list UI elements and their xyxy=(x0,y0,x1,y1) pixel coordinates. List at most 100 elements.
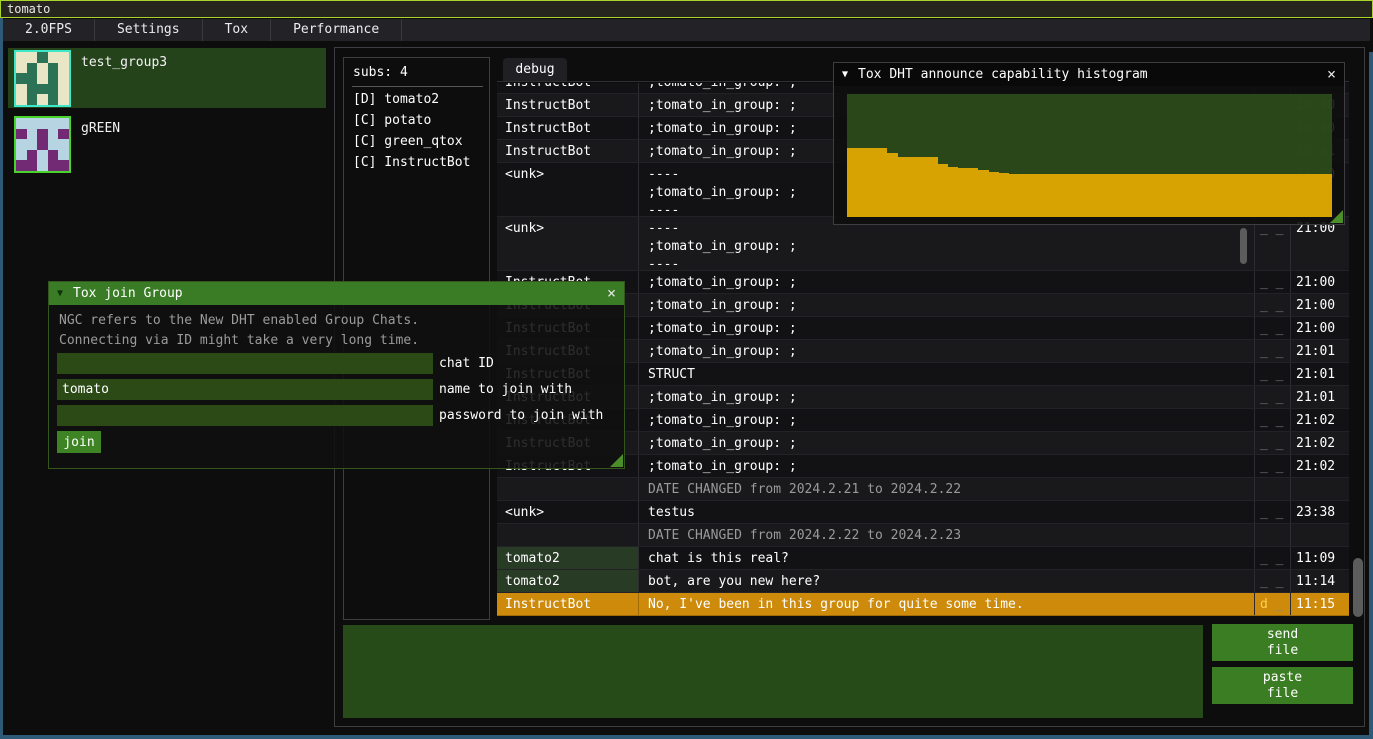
message-pane-scrollbar-thumb[interactable] xyxy=(1240,228,1247,264)
avatar-pixel xyxy=(37,129,48,140)
avatar-pixel xyxy=(48,160,59,171)
send-file-button[interactable]: send file xyxy=(1212,624,1353,661)
dht-histogram-titlebar[interactable]: ▼ Tox DHT announce capability histogram … xyxy=(834,63,1344,86)
dht-histogram-window: ▼ Tox DHT announce capability histogram … xyxy=(833,62,1345,225)
avatar-pixel xyxy=(27,139,38,150)
resize-grip-icon[interactable] xyxy=(610,454,623,467)
delivery-tick: _ xyxy=(1260,321,1268,336)
delivery-tick: _ xyxy=(1260,275,1268,290)
avatar-pixel xyxy=(48,150,59,161)
delivery-status-cell: d _ xyxy=(1254,593,1290,615)
delivery-status-cell: _ _ xyxy=(1254,363,1290,385)
delivery-status-cell: _ _ xyxy=(1254,501,1290,523)
chat-scrollbar-thumb[interactable] xyxy=(1353,558,1363,617)
avatar-pixel xyxy=(37,139,48,150)
sender-cell: <unk> xyxy=(497,163,639,216)
delivery-tick: _ xyxy=(1276,367,1284,382)
date-changed-row[interactable]: DATE CHANGED from 2024.2.22 to 2024.2.23 xyxy=(497,524,1349,547)
delivery-status-cell xyxy=(1254,524,1290,546)
chat-id-input[interactable] xyxy=(57,353,433,374)
delivery-status-cell: _ _ xyxy=(1254,409,1290,431)
message-row[interactable]: <unk>testus_ _23:38 xyxy=(497,501,1349,524)
member-item-green-qtox[interactable]: [C] green_qtox xyxy=(353,134,489,150)
avatar-pixel xyxy=(58,118,69,129)
message-input[interactable] xyxy=(343,625,1203,718)
group-item-test-group3[interactable]: test_group3 xyxy=(8,48,326,108)
histogram-bar xyxy=(1211,174,1221,217)
password-to-join-with-input[interactable] xyxy=(57,405,433,426)
avatar-pixel xyxy=(58,129,69,140)
join-group-titlebar[interactable]: ▼ Tox join Group × xyxy=(49,282,624,305)
avatar-pixel xyxy=(37,73,48,84)
window-titlebar[interactable]: tomato xyxy=(0,0,1373,18)
join-group-window: ▼ Tox join Group × NGC refers to the New… xyxy=(48,281,625,469)
histogram-bar xyxy=(877,148,887,217)
sender-cell: InstructBot xyxy=(497,140,639,162)
timestamp-cell: 21:01 xyxy=(1290,340,1349,362)
avatar-pixel xyxy=(16,84,27,95)
histogram-bar xyxy=(1221,174,1231,217)
delivery-status-cell: _ _ xyxy=(1254,340,1290,362)
join-group-title: Tox join Group xyxy=(73,286,183,301)
group-name: gREEN xyxy=(81,121,120,174)
avatar-pixel xyxy=(37,118,48,129)
join-field-row: password to join with xyxy=(57,405,603,426)
histogram-bar xyxy=(938,164,948,217)
collapse-icon[interactable]: ▼ xyxy=(842,69,848,80)
menu-item-performance[interactable]: Performance xyxy=(271,19,402,41)
member-item-tomato2[interactable]: [D] tomato2 xyxy=(353,92,489,108)
message-row[interactable]: tomato2bot, are you new here?_ _11:14 xyxy=(497,570,1349,593)
histogram-bar xyxy=(898,157,908,217)
message-row[interactable]: <unk>---- ;tomato_in_group: ; ----_ _21:… xyxy=(497,217,1349,271)
delivery-tick: _ xyxy=(1260,413,1268,428)
delivery-tick: _ xyxy=(1276,597,1284,612)
timestamp-cell: 21:01 xyxy=(1290,363,1349,385)
histogram-bar xyxy=(1191,174,1201,217)
avatar-pixel xyxy=(37,160,48,171)
histogram-bar xyxy=(1120,174,1130,217)
avatar-pixel xyxy=(16,118,27,129)
close-icon[interactable]: × xyxy=(1327,67,1336,82)
menu-item-settings[interactable]: Settings xyxy=(95,19,203,41)
join-button[interactable]: join xyxy=(57,431,101,453)
collapse-icon[interactable]: ▼ xyxy=(57,288,63,299)
delivery-status-cell: _ _ xyxy=(1254,432,1290,454)
avatar-pixel xyxy=(27,150,38,161)
delivery-tick: _ xyxy=(1276,413,1284,428)
avatar-pixel xyxy=(48,118,59,129)
group-avatar xyxy=(14,50,71,107)
close-icon[interactable]: × xyxy=(607,286,616,301)
subs-count-label: subs: 4 xyxy=(353,65,489,80)
window-title: tomato xyxy=(7,2,50,16)
menu-item-2-0fps[interactable]: 2.0FPS xyxy=(3,19,95,41)
delivery-tick: _ xyxy=(1276,436,1284,451)
avatar-pixel xyxy=(37,84,48,95)
paste-file-button[interactable]: paste file xyxy=(1212,667,1353,704)
timestamp-cell: 11:09 xyxy=(1290,547,1349,569)
date-changed-row[interactable]: DATE CHANGED from 2024.2.21 to 2024.2.22 xyxy=(497,478,1349,501)
histogram-bar xyxy=(1100,174,1110,217)
histogram-bar xyxy=(908,157,918,217)
menu-item-tox[interactable]: Tox xyxy=(203,19,271,41)
message-row[interactable]: InstructBotNo, I've been in this group f… xyxy=(497,593,1349,616)
avatar-pixel xyxy=(37,150,48,161)
histogram-bar xyxy=(1069,174,1079,217)
histogram-bar xyxy=(1049,174,1059,217)
sender-cell: tomato2 xyxy=(497,547,639,569)
message-row[interactable]: tomato2chat is this real?_ _11:09 xyxy=(497,547,1349,570)
dht-histogram-title: Tox DHT announce capability histogram xyxy=(858,67,1148,82)
avatar-pixel xyxy=(16,160,27,171)
name-to-join-with-input[interactable] xyxy=(57,379,433,400)
group-item-green[interactable]: gREEN xyxy=(8,114,326,174)
tab-debug[interactable]: debug xyxy=(503,58,567,81)
member-item-potato[interactable]: [C] potato xyxy=(353,113,489,129)
timestamp-cell: 21:00 xyxy=(1290,271,1349,293)
sender-cell: InstructBot xyxy=(497,83,639,93)
avatar-pixel xyxy=(27,73,38,84)
delivery-tick: _ xyxy=(1260,436,1268,451)
member-item-instructbot[interactable]: [C] InstructBot xyxy=(353,155,489,171)
message-text: No, I've been in this group for quite so… xyxy=(639,593,1254,615)
resize-grip-icon[interactable] xyxy=(1330,210,1343,223)
avatar-pixel xyxy=(48,84,59,95)
avatar-pixel xyxy=(27,118,38,129)
